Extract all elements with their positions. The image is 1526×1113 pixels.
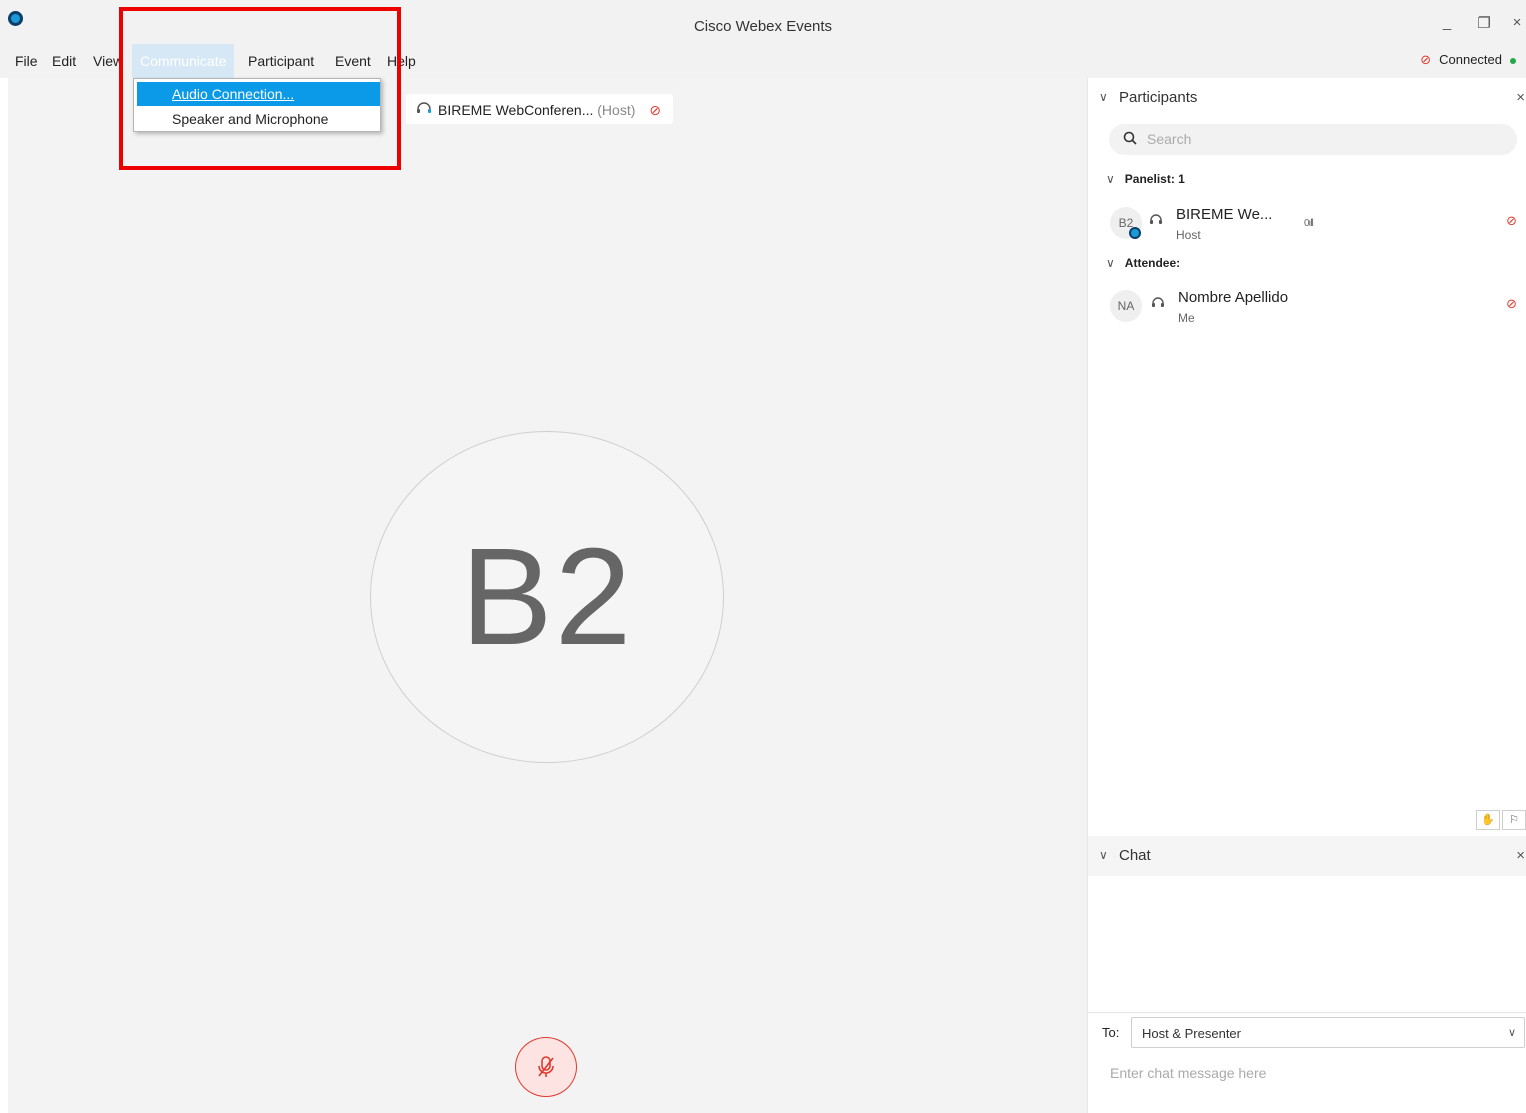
mute-button[interactable] <box>515 1037 577 1097</box>
connected-dot-icon <box>1510 57 1516 64</box>
active-speaker-chip: BIREME WebConferen... (Host) ⊘ <box>406 94 674 124</box>
search-input[interactable] <box>1147 129 1497 149</box>
participants-header[interactable]: ∨ Participants × <box>1088 78 1526 118</box>
chat-recipient-row: To: Host & Presenter ∨ <box>1088 1012 1526 1052</box>
muted-mic-icon: ⊘ <box>1506 213 1517 228</box>
menu-file[interactable]: File <box>15 53 38 69</box>
close-icon[interactable]: × <box>1516 847 1525 864</box>
chevron-down-icon: ∨ <box>1099 848 1108 862</box>
chat-title: Chat <box>1119 847 1151 864</box>
chat-header[interactable]: ∨ Chat × <box>1088 836 1526 876</box>
speaker-avatar: B2 <box>370 431 724 763</box>
participant-role: Host <box>1176 228 1201 242</box>
video-stage: BIREME WebConferen... (Host) ⊘ B2 <box>8 78 1087 1113</box>
participant-row[interactable]: NA Nombre Apellido Me ⊘ <box>1088 284 1526 330</box>
chevron-down-icon: ∨ <box>1099 90 1108 104</box>
attendee-heading: Attendee: <box>1124 256 1181 270</box>
close-button[interactable]: × <box>1507 14 1526 31</box>
chevron-down-icon: ∨ <box>1507 1027 1516 1039</box>
headset-icon[interactable] <box>1151 295 1165 312</box>
recipient-select[interactable]: Host & Presenter ∨ <box>1131 1017 1525 1048</box>
chat-input[interactable] <box>1110 1062 1510 1084</box>
participant-search[interactable] <box>1109 124 1517 155</box>
avatar: NA <box>1110 290 1142 322</box>
chevron-down-icon: ∨ <box>1106 172 1115 186</box>
headset-icon <box>1149 212 1163 229</box>
flag-button[interactable]: ⚐ <box>1502 810 1526 830</box>
participant-name: Nombre Apellido <box>1178 289 1289 306</box>
search-icon <box>1123 131 1137 148</box>
headset-icon <box>416 101 432 118</box>
participant-role: Me <box>1178 311 1195 325</box>
highlight-box <box>119 7 401 170</box>
audio-level-icon: 0ıll <box>1304 218 1314 229</box>
host-chip-name: BIREME WebConferen... <box>438 102 594 118</box>
muted-mic-icon: ⊘ <box>1506 296 1517 311</box>
muted-mic-icon: ⊘ <box>649 102 662 118</box>
host-chip-role: (Host) <box>597 102 636 118</box>
restore-button[interactable]: ❐ <box>1474 14 1494 32</box>
connection-status: ⊘ Connected <box>1420 52 1516 68</box>
raise-hand-button[interactable]: ✋ <box>1476 810 1500 830</box>
side-panel: ∨ Participants × ∨ Panelist: 1 B2 BIREME … <box>1087 78 1526 1113</box>
muted-mic-icon <box>538 1056 554 1077</box>
webex-badge-icon <box>1129 227 1141 239</box>
minimize-button[interactable]: _ <box>1437 14 1457 31</box>
participants-title: Participants <box>1119 89 1198 106</box>
chevron-down-icon: ∨ <box>1106 256 1115 270</box>
panelist-group-header[interactable]: ∨ Panelist: 1 <box>1106 172 1185 186</box>
participant-row[interactable]: B2 BIREME We... Host 0ıll ⊘ <box>1088 201 1526 247</box>
menu-edit[interactable]: Edit <box>52 53 76 69</box>
muted-mic-icon: ⊘ <box>1420 52 1432 67</box>
participant-name: BIREME We... <box>1176 206 1273 223</box>
close-icon[interactable]: × <box>1516 89 1525 106</box>
to-label: To: <box>1102 1025 1120 1040</box>
panelist-heading: Panelist: 1 <box>1124 172 1185 186</box>
attendee-group-header[interactable]: ∨ Attendee: <box>1106 256 1180 270</box>
recipient-value: Host & Presenter <box>1142 1026 1241 1041</box>
connection-status-text: Connected <box>1439 52 1502 67</box>
